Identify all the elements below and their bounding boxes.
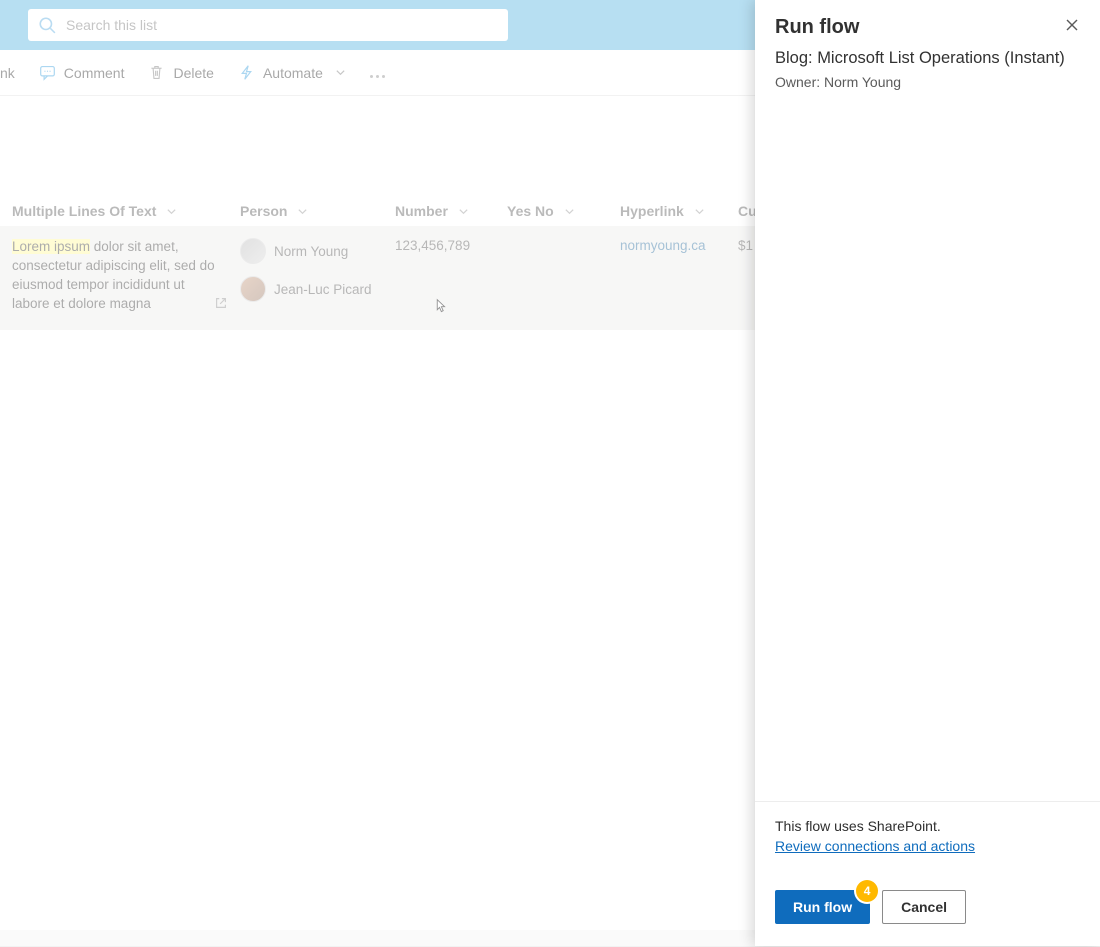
panel-close-button[interactable] (1064, 16, 1080, 39)
chevron-down-icon (166, 206, 177, 217)
trash-icon (148, 64, 165, 81)
person-name: Norm Young (274, 244, 348, 259)
cancel-button-label: Cancel (901, 899, 947, 915)
panel-note: This flow uses SharePoint. (775, 818, 1080, 834)
run-flow-button[interactable]: Run flow 4 (775, 890, 870, 924)
chevron-down-icon (335, 67, 346, 78)
column-header-yesno[interactable]: Yes No (507, 203, 620, 219)
step-badge: 4 (856, 880, 878, 902)
open-item-button[interactable] (214, 296, 228, 316)
column-header-label: Person (240, 203, 287, 219)
cmd-comment-label: Comment (64, 65, 125, 81)
panel-body (755, 100, 1100, 801)
cell-person: Norm Young Jean-Luc Picard (240, 238, 395, 314)
cell-yesno (507, 238, 620, 314)
automate-icon (238, 64, 255, 81)
cmd-link[interactable]: nk (0, 50, 27, 95)
cancel-button[interactable]: Cancel (882, 890, 966, 924)
column-header-label: Number (395, 203, 448, 219)
column-header-person[interactable]: Person (240, 203, 395, 219)
panel-subtitle: Blog: Microsoft List Operations (Instant… (775, 49, 1080, 68)
avatar (240, 238, 266, 264)
cmd-automate-label: Automate (263, 65, 323, 81)
cell-text-highlight: Lorem ipsum (12, 239, 90, 254)
column-header-hyperlink[interactable]: Hyperlink (620, 203, 738, 219)
chevron-down-icon (564, 206, 575, 217)
open-in-new-icon (214, 296, 228, 310)
column-header-label: Hyperlink (620, 203, 684, 219)
chevron-down-icon (297, 206, 308, 217)
column-header-text[interactable]: Multiple Lines Of Text (12, 203, 232, 219)
run-flow-button-label: Run flow (793, 899, 852, 915)
cmd-automate[interactable]: Automate (226, 50, 358, 95)
run-flow-panel: Run flow Blog: Microsoft List Operations… (755, 0, 1100, 946)
chevron-down-icon (694, 206, 705, 217)
column-header-label: Yes No (507, 203, 554, 219)
column-header-number[interactable]: Number (395, 203, 507, 219)
panel-owner: Owner: Norm Young (775, 74, 1080, 90)
review-connections-link[interactable]: Review connections and actions (775, 838, 975, 854)
close-icon (1064, 17, 1080, 33)
search-box[interactable] (28, 9, 508, 41)
cmd-delete-label: Delete (173, 65, 213, 81)
column-header-label: Multiple Lines Of Text (12, 203, 156, 219)
more-horizontal-icon (370, 65, 388, 81)
cmd-comment[interactable]: Comment (27, 50, 137, 95)
comment-icon (39, 64, 56, 81)
search-input[interactable] (64, 16, 498, 34)
chevron-down-icon (458, 206, 469, 217)
cmd-link-label: nk (0, 65, 15, 81)
cell-hyperlink-link[interactable]: normyoung.ca (620, 238, 706, 253)
column-header-label: Cu (738, 203, 757, 219)
cmd-delete[interactable]: Delete (136, 50, 225, 95)
person-chip[interactable]: Norm Young (240, 238, 395, 264)
search-icon (38, 16, 56, 34)
cell-text: Lorem ipsum dolor sit amet, consectetur … (12, 238, 232, 314)
cell-hyperlink: normyoung.ca (620, 238, 738, 314)
person-chip[interactable]: Jean-Luc Picard (240, 276, 395, 302)
cell-number: 123,456,789 (395, 238, 507, 314)
cmd-more[interactable] (358, 50, 400, 95)
person-name: Jean-Luc Picard (274, 282, 372, 297)
panel-title: Run flow (775, 16, 859, 39)
avatar (240, 276, 266, 302)
